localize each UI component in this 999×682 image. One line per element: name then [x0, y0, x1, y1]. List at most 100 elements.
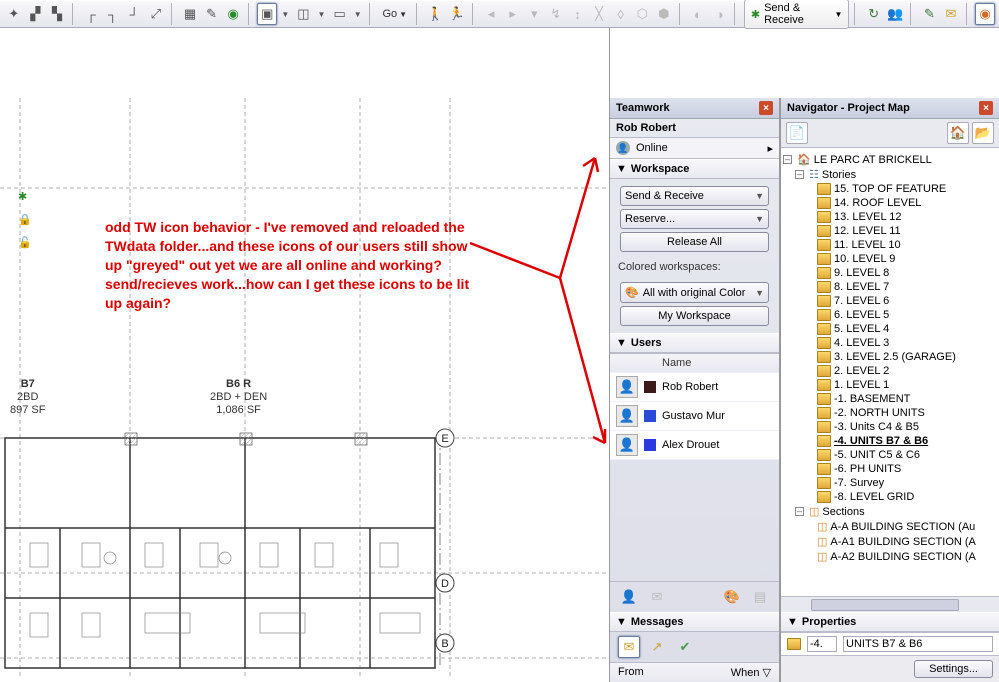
story-item[interactable]: -7. Survey: [783, 476, 997, 490]
story-item[interactable]: 3. LEVEL 2.5 (GARAGE): [783, 350, 997, 364]
folder-icon: [817, 435, 831, 447]
folder-open-icon[interactable]: 📂: [972, 122, 994, 144]
story-item[interactable]: 9. LEVEL 8: [783, 266, 997, 280]
story-item[interactable]: -1. BASEMENT: [783, 392, 997, 406]
user-row[interactable]: 👤Gustavo Mur: [610, 402, 779, 431]
status-row: 👤 Online ▸: [610, 138, 779, 159]
mail-icon[interactable]: ✉: [941, 3, 961, 25]
teamwork-title: Teamwork: [616, 102, 670, 114]
collapse-icon[interactable]: –: [783, 155, 792, 164]
chevron-down-icon[interactable]: ▼: [755, 288, 764, 298]
room-b7-label: B7 2BD 897 SF: [10, 378, 45, 418]
when-column[interactable]: When ▽: [731, 666, 771, 679]
project-root[interactable]: LE PARC AT BRICKELL: [814, 154, 932, 166]
home-icon[interactable]: 🏠: [947, 122, 969, 144]
folder-icon: [817, 323, 831, 335]
chevron-down-icon[interactable]: ▼: [755, 214, 764, 224]
color-wheel-icon: 🎨: [625, 286, 639, 299]
toolbar-icon-6[interactable]: ┘: [124, 3, 144, 25]
story-item[interactable]: 11. LEVEL 10: [783, 238, 997, 252]
view-mode-1-icon[interactable]: ▣: [257, 3, 277, 25]
users-section-header[interactable]: ▼ Users: [610, 333, 779, 353]
toolbar-icon-3[interactable]: ▚: [47, 3, 67, 25]
project-tree[interactable]: – 🏠 LE PARC AT BRICKELL – ☷ Stories 15. …: [781, 148, 999, 596]
section-item[interactable]: ◫A-A2 BUILDING SECTION (A: [783, 549, 997, 564]
view-mode-3-dd[interactable]: ▼: [351, 3, 364, 25]
toolbar-icon-7[interactable]: ⤢: [146, 3, 166, 25]
my-workspace-button[interactable]: My Workspace: [620, 306, 769, 326]
compose-icon[interactable]: ✎: [920, 3, 940, 25]
story-item[interactable]: 7. LEVEL 6: [783, 294, 997, 308]
user-avatar: 👤: [616, 434, 638, 456]
folder-icon: [817, 393, 831, 405]
story-item[interactable]: -2. NORTH UNITS: [783, 406, 997, 420]
drawing-canvas[interactable]: E D B: [0, 28, 610, 682]
chevron-down-icon[interactable]: ▼: [755, 191, 764, 201]
section-item[interactable]: ◫A-A1 BUILDING SECTION (A: [783, 534, 997, 549]
story-item[interactable]: -8. LEVEL GRID: [783, 490, 997, 504]
story-item[interactable]: -3. Units C4 & B5: [783, 420, 997, 434]
story-item[interactable]: 2. LEVEL 2: [783, 364, 997, 378]
toolbar-icon-1[interactable]: ✦: [4, 3, 24, 25]
target-icon[interactable]: ◉: [223, 3, 243, 25]
story-item[interactable]: 12. LEVEL 11: [783, 224, 997, 238]
close-icon[interactable]: ×: [979, 101, 993, 115]
view-mode-2-dd[interactable]: ▼: [315, 3, 328, 25]
story-item[interactable]: 1. LEVEL 1: [783, 378, 997, 392]
close-icon[interactable]: ×: [759, 101, 773, 115]
status-options-icon[interactable]: ▸: [767, 142, 773, 155]
sections-node[interactable]: Sections: [822, 506, 864, 518]
user-icon[interactable]: 👤: [618, 586, 640, 608]
story-item[interactable]: 6. LEVEL 5: [783, 308, 997, 322]
color-dropdown[interactable]: 🎨 All with original Color ▼: [620, 282, 769, 303]
prop-name-input[interactable]: [843, 636, 993, 652]
story-item[interactable]: 5. LEVEL 4: [783, 322, 997, 336]
story-item[interactable]: 14. ROOF LEVEL: [783, 196, 997, 210]
story-item[interactable]: 13. LEVEL 12: [783, 210, 997, 224]
messages-section-header[interactable]: ▼ Messages: [610, 612, 779, 632]
toolbar-icon-4[interactable]: ┌: [81, 3, 101, 25]
view-mode-1-dd[interactable]: ▼: [279, 3, 292, 25]
tw-panel-icon[interactable]: ◉: [975, 3, 995, 25]
workspace-section-header[interactable]: ▼ Workspace: [610, 159, 779, 179]
story-item[interactable]: 8. LEVEL 7: [783, 280, 997, 294]
stories-node[interactable]: Stories: [822, 169, 856, 181]
horizontal-scrollbar[interactable]: [781, 596, 999, 612]
go-dropdown[interactable]: Go ▼: [378, 8, 411, 20]
prop-index-input[interactable]: [807, 636, 837, 652]
story-item[interactable]: -5. UNIT C5 & C6: [783, 448, 997, 462]
view-mode-2-icon[interactable]: ◫: [294, 3, 314, 25]
from-column[interactable]: From: [618, 666, 731, 679]
nav-tab-1-icon[interactable]: 📄: [786, 122, 808, 144]
done-icon[interactable]: ✔: [674, 636, 696, 658]
release-all-button[interactable]: 🔓 Release All: [620, 232, 769, 252]
user-mgmt-icon[interactable]: 👥: [886, 3, 906, 25]
fill-icon[interactable]: ▦: [180, 3, 200, 25]
refresh-icon[interactable]: ↻: [864, 3, 884, 25]
send-receive-button[interactable]: ✱ Send & Receive ▼: [744, 0, 850, 29]
collapse-icon[interactable]: –: [795, 170, 804, 179]
settings-button[interactable]: Settings...: [914, 660, 993, 678]
toolbar-icon-2[interactable]: ▞: [26, 3, 46, 25]
outbox-icon[interactable]: ↗: [646, 636, 668, 658]
section-item[interactable]: ◫A-A BUILDING SECTION (Au: [783, 519, 997, 534]
story-item[interactable]: 10. LEVEL 9: [783, 252, 997, 266]
nav-icon-1: ↯: [546, 3, 566, 25]
view-mode-3-icon[interactable]: ▭: [330, 3, 350, 25]
toolbar-icon-5[interactable]: ┐: [103, 3, 123, 25]
color-swatch: [644, 410, 656, 422]
reserve-button[interactable]: 🔒 Reserve... ▼: [620, 209, 769, 229]
story-item[interactable]: 4. LEVEL 3: [783, 336, 997, 350]
story-item[interactable]: -6. PH UNITS: [783, 462, 997, 476]
inbox-icon[interactable]: ✉: [618, 636, 640, 658]
send-receive-panel-button[interactable]: ✱ Send & Receive ▼: [620, 186, 769, 206]
arrow-left-icon: ◂: [481, 3, 501, 25]
properties-header[interactable]: ▼ Properties: [781, 612, 999, 632]
story-item[interactable]: 15. TOP OF FEATURE: [783, 182, 997, 196]
collapse-icon[interactable]: –: [795, 507, 804, 516]
story-item[interactable]: -4. UNITS B7 & B6: [783, 434, 997, 448]
user-row[interactable]: 👤Rob Robert: [610, 373, 779, 402]
folder-icon: [817, 491, 831, 503]
user-row[interactable]: 👤Alex Drouet: [610, 431, 779, 460]
pen-icon[interactable]: ✎: [202, 3, 222, 25]
